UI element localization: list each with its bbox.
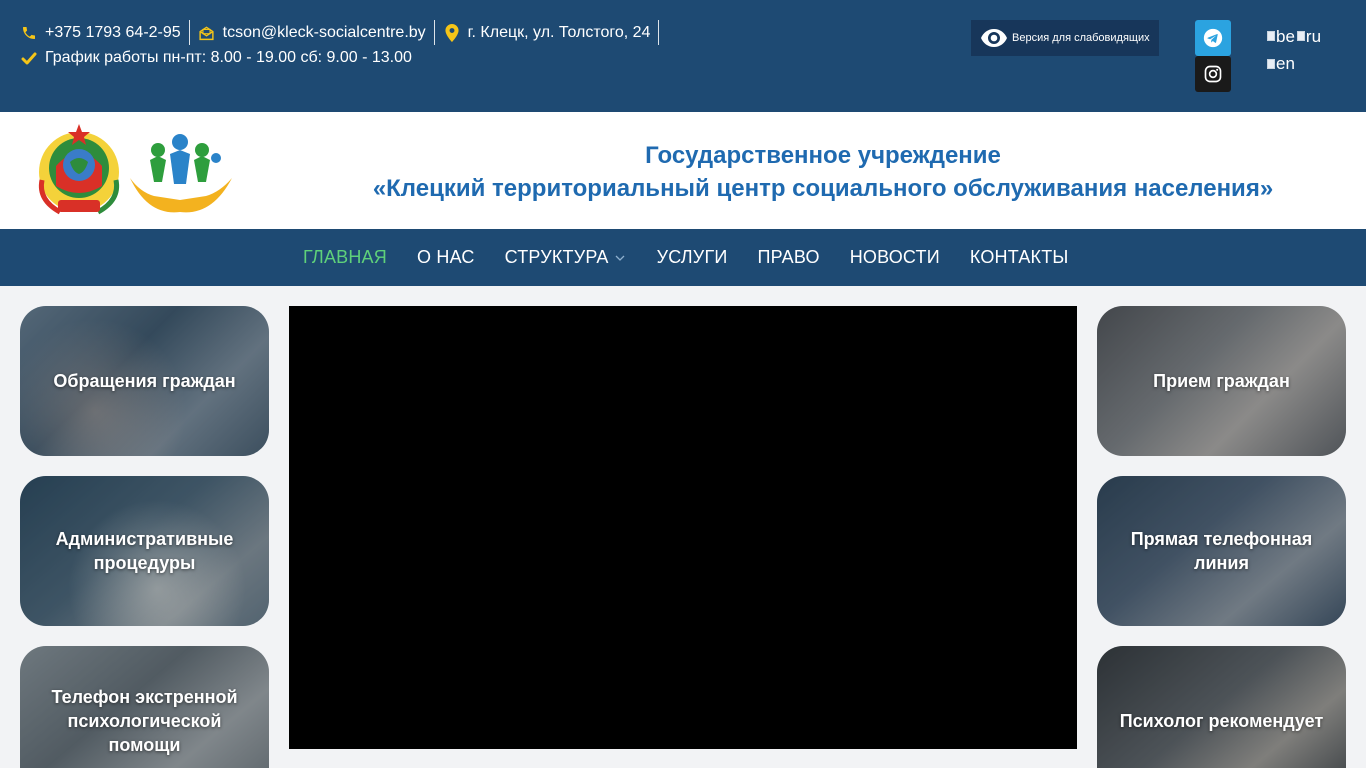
card-label: Обращения граждан — [53, 371, 236, 391]
broken-image-icon — [1267, 58, 1275, 69]
emergency-psych-phone-card[interactable]: Телефон экстренной психологической помощ… — [20, 646, 269, 768]
email-contact[interactable]: tcson@kleck-socialcentre.by — [198, 20, 434, 45]
video-player[interactable] — [289, 306, 1077, 749]
mail-icon — [198, 24, 216, 42]
telegram-icon — [1203, 28, 1223, 48]
low-vision-button[interactable]: Версия для слабовидящих — [971, 20, 1159, 56]
check-icon — [20, 49, 38, 67]
telegram-link[interactable] — [1195, 20, 1231, 56]
social-centre-logo-icon — [130, 134, 232, 213]
card-label: Телефон экстренной психологической помощ… — [51, 687, 238, 755]
email-text: tcson@kleck-socialcentre.by — [222, 23, 426, 41]
nav-news[interactable]: НОВОСТИ — [850, 247, 940, 268]
lang-ru[interactable]: ru — [1296, 23, 1321, 50]
card-label: Прямая телефонная линия — [1130, 529, 1313, 573]
nav-services[interactable]: УСЛУГИ — [657, 247, 728, 268]
nav-home[interactable]: ГЛАВНАЯ — [303, 247, 387, 268]
phone-contact[interactable]: +375 1793 64-2-95 — [20, 20, 189, 45]
nav-contacts[interactable]: КОНТАКТЫ — [970, 247, 1069, 268]
psychologist-recommends-card[interactable]: Психолог рекомендует — [1097, 646, 1346, 768]
lang-en[interactable]: en — [1267, 50, 1295, 77]
phone-icon — [20, 24, 38, 42]
belarus-emblem-icon — [38, 124, 120, 215]
chevron-down-icon — [615, 255, 625, 261]
nav-law[interactable]: ПРАВО — [758, 247, 820, 268]
instagram-link[interactable] — [1195, 56, 1231, 92]
working-hours: График работы пн-пт: 8.00 - 19.00 сб: 9.… — [20, 49, 412, 67]
address-contact[interactable]: г. Клецк, ул. Толстого, 24 — [443, 20, 659, 45]
top-bar: +375 1793 64-2-95 tcson@kleck-socialcent… — [0, 0, 1366, 112]
divider — [433, 20, 435, 45]
site-logo[interactable] — [30, 120, 248, 222]
contacts-row: +375 1793 64-2-95 tcson@kleck-socialcent… — [20, 20, 667, 45]
title-line-2: «Клецкий территориальный центр социально… — [372, 175, 1274, 202]
language-switcher: be ru en — [1267, 22, 1347, 77]
card-label: Психолог рекомендует — [1119, 711, 1324, 731]
admin-procedures-card[interactable]: Административные процедуры — [20, 476, 269, 626]
instagram-icon — [1204, 65, 1222, 83]
direct-phone-line-card[interactable]: Прямая телефонная линия — [1097, 476, 1346, 626]
nav-about[interactable]: О НАС — [417, 247, 475, 268]
low-vision-label: Версия для слабовидящих — [1012, 32, 1150, 44]
lang-be[interactable]: be — [1267, 23, 1295, 50]
phone-text: +375 1793 64-2-95 — [45, 23, 181, 41]
address-text: г. Клецк, ул. Толстого, 24 — [467, 23, 651, 41]
nav-structure[interactable]: СТРУКТУРА — [505, 247, 627, 268]
title-line-1: Государственное учреждение — [645, 142, 1001, 169]
nav-structure-label: СТРУКТУРА — [504, 247, 609, 267]
eye-icon — [981, 29, 1007, 47]
card-label: Административные процедуры — [55, 529, 234, 573]
broken-image-icon — [1267, 31, 1275, 41]
site-header: Государственное учреждение «Клецкий терр… — [0, 112, 1366, 229]
page-title: Государственное учреждение «Клецкий терр… — [320, 139, 1326, 205]
hours-text: График работы пн-пт: 8.00 - 19.00 сб: 9.… — [45, 49, 412, 66]
main-navigation: ГЛАВНАЯ О НАС СТРУКТУРА УСЛУГИ ПРАВО НОВ… — [0, 229, 1366, 286]
divider — [658, 20, 660, 45]
citizen-reception-card[interactable]: Прием граждан — [1097, 306, 1346, 456]
broken-image-icon — [1296, 31, 1305, 41]
citizens-appeals-card[interactable]: Обращения граждан — [20, 306, 269, 456]
card-label: Прием граждан — [1153, 371, 1290, 391]
divider — [188, 20, 190, 45]
map-pin-icon — [443, 23, 461, 42]
